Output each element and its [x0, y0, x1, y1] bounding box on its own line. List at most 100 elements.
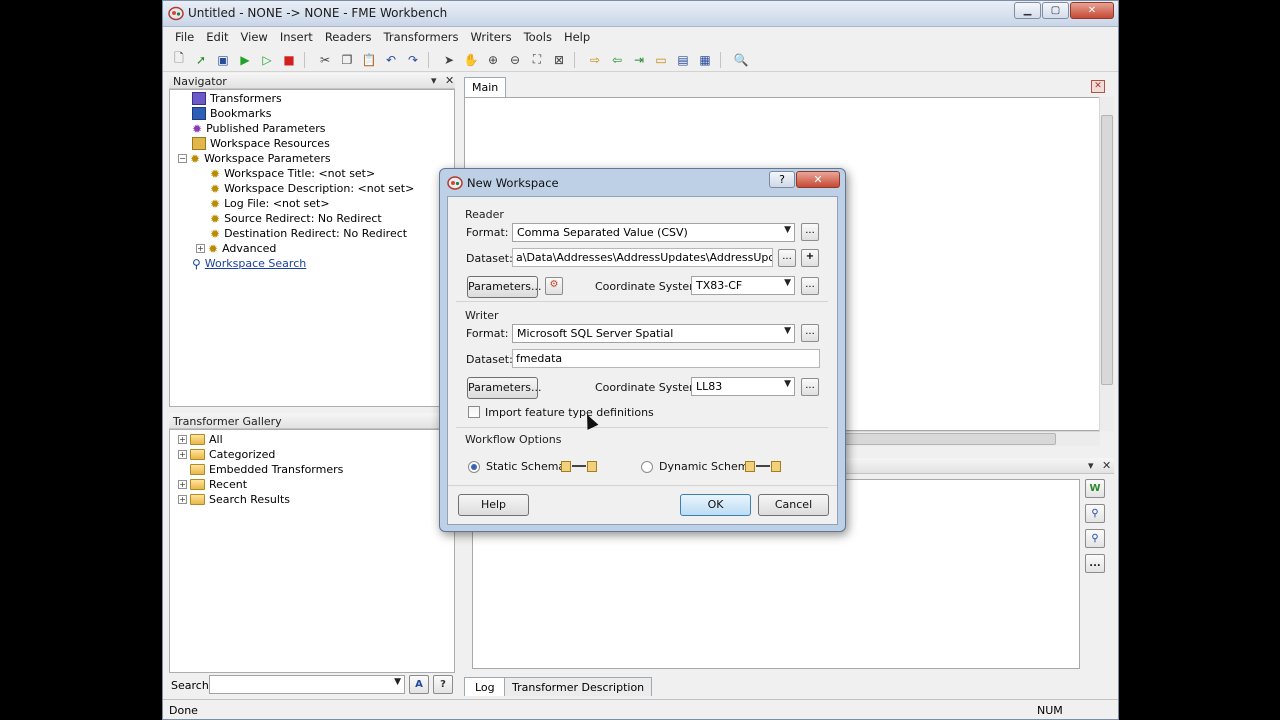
maximize-button[interactable]: ▢	[1042, 2, 1069, 19]
gallery-item-categorized[interactable]: + Categorized	[178, 447, 275, 462]
help-button[interactable]: Help	[458, 494, 529, 516]
expand-icon[interactable]: +	[196, 244, 205, 253]
copy-icon[interactable]: ❐	[337, 50, 357, 70]
tree-item-workspace-search[interactable]: ⚲ Workspace Search	[192, 256, 306, 271]
zoom-in-icon[interactable]: ⊕	[483, 50, 503, 70]
log-find-icon[interactable]: ⚲	[1085, 504, 1105, 523]
dialog-close-button[interactable]: ✕	[796, 171, 840, 188]
navigator-close-icon[interactable]: ✕	[445, 74, 454, 87]
writer-coordsys-select[interactable]: LL83 ▼	[691, 377, 795, 396]
stop-icon[interactable]: ■	[279, 50, 299, 70]
dynamic-schema-label[interactable]: Dynamic Schema	[659, 460, 755, 473]
dialog-help-button[interactable]: ?	[769, 171, 795, 188]
tree-item-advanced[interactable]: + ✹ Advanced	[196, 241, 276, 256]
expand-icon[interactable]: +	[178, 450, 187, 459]
tree-item-transformers[interactable]: Transformers	[192, 91, 282, 106]
tab-transformer-description[interactable]: Transformer Description	[504, 677, 653, 696]
reader-dataset-browse-button[interactable]: ...	[778, 249, 796, 267]
dynamic-schema-radio[interactable]	[641, 461, 653, 473]
reader-format-more-button[interactable]: ...	[801, 223, 819, 241]
tree-item-bookmarks[interactable]: Bookmarks	[192, 106, 271, 121]
zoom-extents-icon[interactable]: ⛶	[527, 50, 547, 70]
menu-file[interactable]: File	[169, 28, 200, 47]
redo-icon[interactable]: ↷	[403, 50, 423, 70]
writer-parameters-button[interactable]: Parameters...	[467, 377, 541, 399]
bookmark-icon[interactable]: ▤	[673, 50, 693, 70]
reader-coordsys-more-button[interactable]: ...	[801, 277, 819, 295]
search-icon[interactable]: 🔍	[731, 50, 751, 70]
workspace-search-link[interactable]: Workspace Search	[205, 257, 306, 270]
cancel-button[interactable]: Cancel	[758, 494, 829, 516]
log-pin-icon[interactable]: ▾	[1088, 459, 1094, 472]
zoom-out-icon[interactable]: ⊖	[505, 50, 525, 70]
log-word-icon[interactable]: W	[1085, 479, 1105, 498]
add-transformer-icon[interactable]: ⇥	[629, 50, 649, 70]
annotation-icon[interactable]: ▭	[651, 50, 671, 70]
writer-format-more-button[interactable]: ...	[801, 324, 819, 342]
menu-insert[interactable]: Insert	[274, 28, 319, 47]
tree-item-source-redirect[interactable]: ✹ Source Redirect: No Redirect	[210, 211, 382, 226]
tree-item-workspace-parameters[interactable]: − ✹ Workspace Parameters	[178, 151, 331, 166]
log-find-next-icon[interactable]: ⚲	[1085, 529, 1105, 548]
save-icon[interactable]: ▣	[213, 50, 233, 70]
reader-coordsys-select[interactable]: TX83-CF ▼	[691, 276, 795, 295]
tree-item-destination-redirect[interactable]: ✹ Destination Redirect: No Redirect	[210, 226, 407, 241]
reader-format-select[interactable]: Comma Separated Value (CSV) ▼	[512, 223, 795, 242]
reader-parameters-button[interactable]: Parameters...	[467, 276, 541, 298]
gallery-help-button[interactable]: ?	[433, 675, 453, 694]
static-schema-radio[interactable]	[468, 461, 480, 473]
tree-item-published-parameters[interactable]: ✹ Published Parameters	[192, 121, 325, 136]
gallery-search-input[interactable]: ▼	[209, 675, 405, 694]
grid-icon[interactable]: ▦	[695, 50, 715, 70]
menu-help[interactable]: Help	[558, 28, 596, 47]
pan-hand-icon[interactable]: ✋	[461, 50, 481, 70]
reader-dataset-input[interactable]: a\Data\Addresses\AddressUpdates\AddressU…	[512, 248, 773, 267]
scroll-thumb[interactable]	[844, 433, 1056, 445]
run-icon[interactable]: ▶	[235, 50, 255, 70]
navigator-pin-icon[interactable]: ▾	[431, 74, 437, 87]
paste-icon[interactable]: 📋	[359, 50, 379, 70]
menu-transformers[interactable]: Transformers	[378, 28, 465, 47]
tree-item-workspace-title[interactable]: ✹ Workspace Title: <not set>	[210, 166, 375, 181]
open-file-icon[interactable]: ➚	[191, 50, 211, 70]
reader-settings-icon[interactable]: ⚙	[545, 277, 563, 295]
close-canvas-icon[interactable]: ✕	[1091, 80, 1105, 93]
ok-button[interactable]: OK	[680, 494, 751, 516]
log-more-button[interactable]: ...	[1085, 554, 1105, 573]
gallery-item-recent[interactable]: + Recent	[178, 477, 247, 492]
menu-readers[interactable]: Readers	[319, 28, 378, 47]
menu-edit[interactable]: Edit	[200, 28, 234, 47]
select-pointer-icon[interactable]: ➤	[439, 50, 459, 70]
gallery-item-all[interactable]: + All	[178, 432, 223, 447]
writer-coordsys-more-button[interactable]: ...	[801, 378, 819, 396]
canvas-vertical-scrollbar[interactable]	[1099, 97, 1114, 431]
add-writer-icon[interactable]: ⇦	[607, 50, 627, 70]
tree-item-workspace-resources[interactable]: Workspace Resources	[192, 136, 330, 151]
minimize-button[interactable]: ▁	[1014, 2, 1041, 19]
static-schema-label[interactable]: Static Schema	[486, 460, 565, 473]
tab-main[interactable]: Main	[464, 77, 507, 97]
run-with-prompt-icon[interactable]: ▷	[257, 50, 277, 70]
add-reader-icon[interactable]: ⇨	[585, 50, 605, 70]
new-file-icon[interactable]: 🗋	[169, 50, 189, 70]
gallery-search-button[interactable]: A	[409, 675, 429, 694]
expand-icon[interactable]: +	[178, 435, 187, 444]
tab-log[interactable]: Log	[464, 677, 506, 696]
undo-icon[interactable]: ↶	[381, 50, 401, 70]
cut-icon[interactable]: ✂	[315, 50, 335, 70]
import-feature-types-checkbox[interactable]	[468, 406, 480, 418]
menu-writers[interactable]: Writers	[465, 28, 518, 47]
tree-item-log-file[interactable]: ✹ Log File: <not set>	[210, 196, 330, 211]
tree-item-workspace-description[interactable]: ✹ Workspace Description: <not set>	[210, 181, 414, 196]
writer-format-select[interactable]: Microsoft SQL Server Spatial ▼	[512, 324, 795, 343]
scroll-thumb[interactable]	[1101, 115, 1113, 385]
close-button[interactable]: ✕	[1070, 2, 1114, 19]
zoom-selection-icon[interactable]: ⊠	[549, 50, 569, 70]
menu-view[interactable]: View	[235, 28, 274, 47]
menu-tools[interactable]: Tools	[518, 28, 558, 47]
gallery-item-search-results[interactable]: + Search Results	[178, 492, 290, 507]
import-feature-types-label[interactable]: Import feature type definitions	[485, 406, 654, 419]
expand-icon[interactable]: +	[178, 495, 187, 504]
collapse-icon[interactable]: −	[178, 154, 187, 163]
log-close-icon[interactable]: ✕	[1102, 459, 1111, 472]
